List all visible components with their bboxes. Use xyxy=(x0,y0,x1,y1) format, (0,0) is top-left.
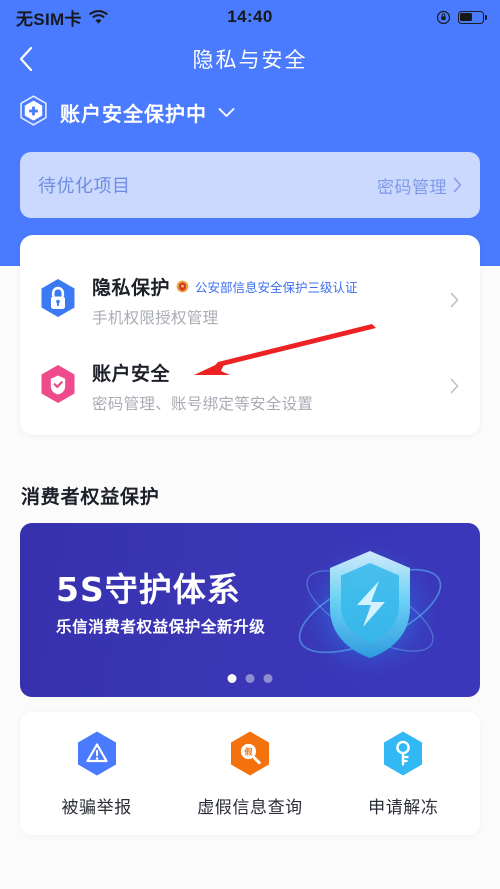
privacy-title-line: 隐私保护 公安部信息安全保护三级认证 xyxy=(92,273,444,300)
police-emblem-icon xyxy=(176,280,189,292)
shield-plus-icon xyxy=(20,95,47,126)
status-bar-clock: 14:40 xyxy=(227,7,273,26)
banner-text-block: 5S守护体系 乐信消费者权益保护全新升级 xyxy=(56,573,265,637)
back-button[interactable] xyxy=(0,34,52,84)
carousel-dot-1[interactable] xyxy=(227,674,237,683)
consumer-rights-banner[interactable]: 5S守护体系 乐信消费者权益保护全新升级 xyxy=(20,523,480,697)
chevron-down-icon[interactable] xyxy=(218,107,235,118)
status-bar-right xyxy=(436,10,487,25)
quick-action-label: 被骗举报 xyxy=(61,797,132,817)
header-blue-region: 无SIM卡 14:40 隐私与安全 账户安全保护中 待优化项目 密码管理 xyxy=(0,0,500,266)
chevron-right-icon xyxy=(450,378,458,394)
hexagon-shield-check-icon xyxy=(36,364,80,409)
hexagon-lock-icon xyxy=(36,278,80,323)
banner-headline: 5S守护体系 xyxy=(56,570,241,609)
account-security-title: 账户安全 xyxy=(92,363,171,385)
chevron-right-icon xyxy=(453,177,462,193)
security-row-account[interactable]: 账户安全 密码管理、账号绑定等安全设置 xyxy=(20,343,480,429)
phone-screen: 无SIM卡 14:40 隐私与安全 账户安全保护中 待优化项目 密码管理 隐私保… xyxy=(0,0,500,889)
privacy-certification-text: 公安部信息安全保护三级认证 xyxy=(195,280,358,295)
banner-carousel-dots[interactable] xyxy=(227,674,273,683)
security-row-account-text: 账户安全 密码管理、账号绑定等安全设置 xyxy=(80,359,444,414)
warning-triangle-icon xyxy=(77,731,116,775)
privacy-subtitle: 手机权限授权管理 xyxy=(92,309,219,327)
battery-icon xyxy=(458,10,487,24)
security-row-privacy-text: 隐私保护 公安部信息安全保护三级认证 手机权限授权管理 xyxy=(80,273,444,328)
account-status-label: 账户安全保护中 xyxy=(60,104,207,126)
privacy-chevron xyxy=(444,292,464,308)
consumer-rights-section-title: 消费者权益保护 xyxy=(21,487,160,508)
key-icon xyxy=(384,731,423,775)
account-chevron xyxy=(444,378,464,394)
chevron-right-icon xyxy=(450,292,458,308)
rotation-lock-icon xyxy=(436,10,451,24)
carousel-dot-2[interactable] xyxy=(245,674,255,683)
carrier-label: 无SIM卡 xyxy=(16,9,82,29)
quick-action-report-fraud[interactable]: 被骗举报 xyxy=(20,730,173,818)
quick-actions-card: 被骗举报 假 虚假信息查询 申请解冻 xyxy=(20,712,480,835)
quick-action-fake-info-query[interactable]: 假 虚假信息查询 xyxy=(173,730,326,818)
pending-optimization-label: 待优化项目 xyxy=(38,176,131,196)
pending-optimization-action[interactable]: 密码管理 xyxy=(377,173,462,198)
quick-action-request-unfreeze[interactable]: 申请解冻 xyxy=(327,730,480,818)
svg-text:假: 假 xyxy=(244,746,252,756)
security-card: 隐私保护 公安部信息安全保护三级认证 手机权限授权管理 账户安全 密码管理、账号… xyxy=(20,235,480,435)
password-management-label: 密码管理 xyxy=(377,177,447,197)
quick-action-label: 虚假信息查询 xyxy=(197,797,303,817)
carousel-dot-3[interactable] xyxy=(263,674,273,683)
fake-info-search-icon: 假 xyxy=(230,731,269,775)
wifi-icon xyxy=(88,10,108,24)
pending-optimization-card[interactable]: 待优化项目 密码管理 xyxy=(20,152,480,218)
glowing-shield-icon xyxy=(292,533,448,689)
privacy-title: 隐私保护 xyxy=(92,277,171,299)
status-bar: 无SIM卡 14:40 xyxy=(0,0,500,34)
quick-action-label: 申请解冻 xyxy=(368,797,439,817)
account-security-subtitle: 密码管理、账号绑定等安全设置 xyxy=(92,395,314,413)
chevron-left-icon xyxy=(19,46,33,72)
banner-subline: 乐信消费者权益保护全新升级 xyxy=(56,619,266,636)
nav-bar: 隐私与安全 xyxy=(0,34,500,84)
account-status-row[interactable]: 账户安全保护中 xyxy=(18,95,235,130)
security-row-privacy[interactable]: 隐私保护 公安部信息安全保护三级认证 手机权限授权管理 xyxy=(20,257,480,343)
account-title-line: 账户安全 xyxy=(92,359,444,386)
status-bar-left: 无SIM卡 xyxy=(16,5,108,30)
page-title: 隐私与安全 xyxy=(192,49,308,72)
